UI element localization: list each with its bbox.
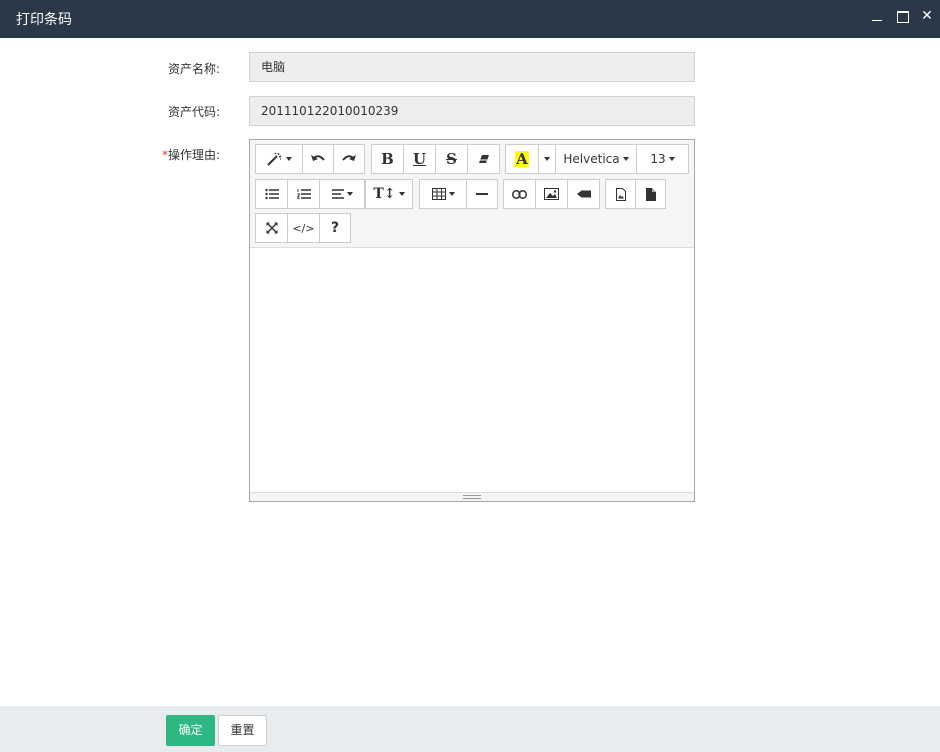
- font-family-value: Helvetica: [563, 152, 620, 166]
- undo-button[interactable]: [302, 144, 334, 174]
- bold-button[interactable]: B: [371, 144, 404, 174]
- underline-button[interactable]: U: [403, 144, 436, 174]
- underline-icon: U: [412, 150, 427, 168]
- asset-name-field: 电脑: [249, 52, 695, 82]
- unordered-list-button[interactable]: [255, 179, 288, 209]
- table-icon: [431, 188, 446, 200]
- ordered-list-icon: [296, 189, 311, 199]
- grip-icon: [463, 495, 481, 499]
- fullscreen-icon: [265, 222, 278, 234]
- insert-link-button[interactable]: [503, 179, 536, 209]
- chevron-down-icon: [544, 157, 550, 161]
- form-footer: 确定 重置: [0, 706, 940, 752]
- file-image-icon: [615, 187, 626, 201]
- asset-name-label: 资产名称:: [167, 62, 220, 76]
- video-icon: [576, 190, 591, 198]
- eraser-icon: [478, 155, 489, 163]
- undo-icon: [311, 155, 325, 161]
- strikethrough-button[interactable]: S: [435, 144, 468, 174]
- fullscreen-button[interactable]: [255, 213, 288, 243]
- horizontal-rule-icon: [476, 193, 488, 195]
- reason-editor-area[interactable]: [250, 248, 694, 492]
- window-titlebar: 打印条码 ✕: [0, 0, 940, 38]
- align-icon: [331, 189, 344, 199]
- insert-video-button[interactable]: [567, 179, 600, 209]
- font-color-button[interactable]: A: [505, 144, 539, 174]
- maximize-icon[interactable]: [896, 9, 910, 23]
- asset-code-label: 资产代码:: [167, 105, 220, 119]
- magic-icon: [266, 152, 281, 166]
- reason-label-text: 操作理由:: [167, 148, 220, 162]
- window-title: 打印条码: [16, 12, 72, 28]
- bold-icon: B: [381, 150, 394, 168]
- rich-text-editor: B U S A Helvetica 13 T↕ </> ?: [249, 139, 695, 502]
- confirm-button[interactable]: 确定: [166, 715, 215, 746]
- clear-format-button[interactable]: [467, 144, 500, 174]
- insert-table-button[interactable]: [419, 179, 467, 209]
- reason-label: *操作理由:: [100, 146, 220, 163]
- paragraph-align-button[interactable]: [319, 179, 365, 209]
- strikethrough-icon: S: [446, 150, 457, 168]
- insert-picture-button[interactable]: [535, 179, 568, 209]
- magic-style-button[interactable]: [255, 144, 303, 174]
- close-icon[interactable]: ✕: [920, 9, 934, 23]
- reset-button[interactable]: 重置: [218, 715, 267, 746]
- font-color-dropdown[interactable]: [538, 144, 556, 174]
- horizontal-rule-button[interactable]: [466, 179, 498, 209]
- picture-icon: [544, 188, 559, 200]
- unordered-list-icon: [264, 188, 279, 200]
- code-view-icon: </>: [292, 221, 315, 235]
- help-icon: ?: [330, 220, 340, 236]
- ordered-list-button[interactable]: [287, 179, 320, 209]
- line-height-button[interactable]: T↕: [365, 179, 413, 209]
- editor-resize-handle[interactable]: [250, 492, 694, 501]
- insert-file-button[interactable]: [635, 179, 666, 209]
- font-size-select[interactable]: 13: [636, 144, 689, 174]
- editor-toolbar: B U S A Helvetica 13 T↕ </> ?: [250, 140, 694, 248]
- help-button[interactable]: ?: [319, 213, 351, 243]
- redo-button[interactable]: [333, 144, 365, 174]
- code-view-button[interactable]: </>: [287, 213, 320, 243]
- insert-image-file-button[interactable]: [605, 179, 636, 209]
- minimize-icon[interactable]: [871, 9, 885, 23]
- font-family-select[interactable]: Helvetica: [555, 144, 637, 174]
- link-icon: [512, 189, 527, 199]
- redo-icon: [342, 155, 356, 161]
- asset-code-field: 201110122010010239: [249, 96, 695, 126]
- file-icon: [645, 187, 656, 201]
- font-size-value: 13: [650, 152, 666, 166]
- line-height-icon: T↕: [373, 186, 396, 202]
- font-color-icon: A: [515, 150, 529, 168]
